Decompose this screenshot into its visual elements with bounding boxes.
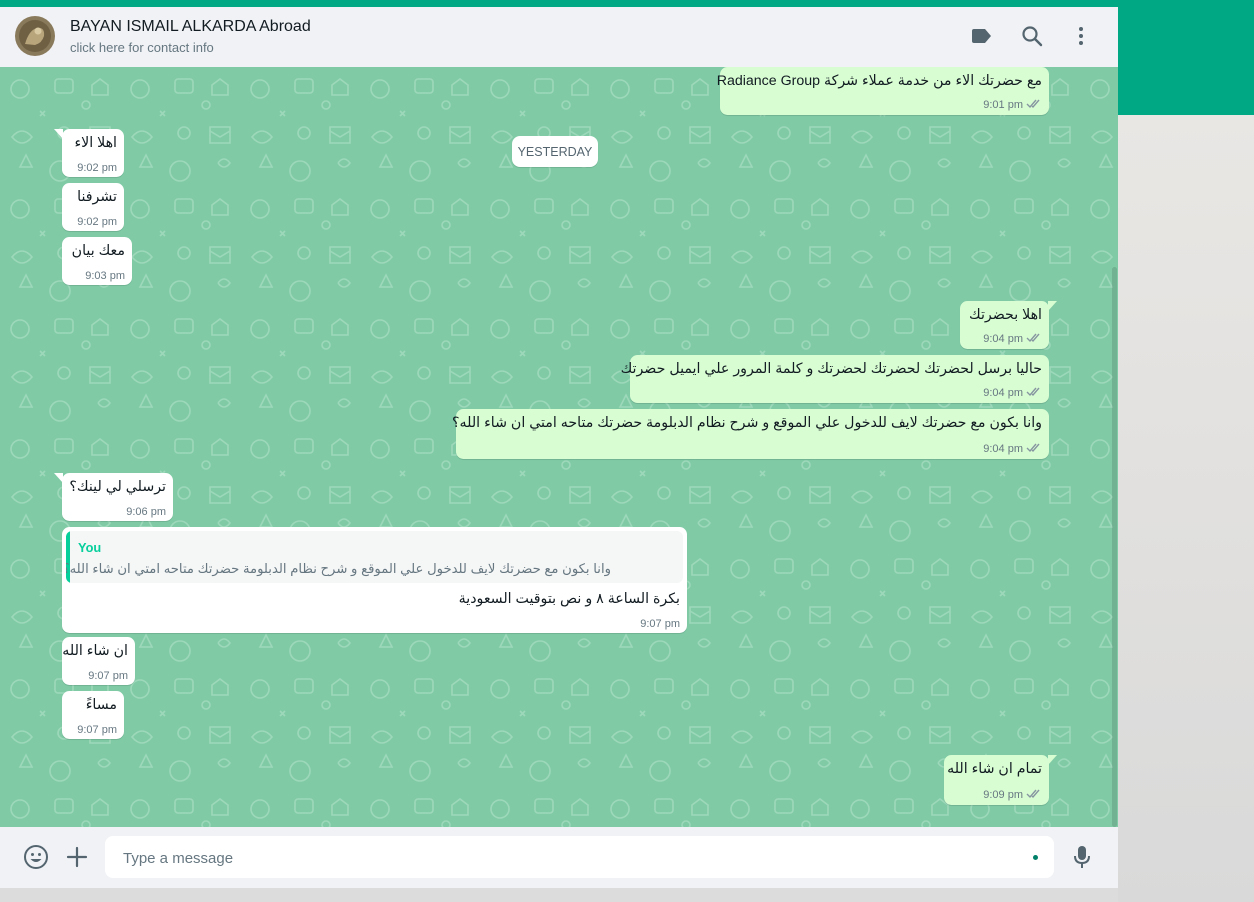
search-icon[interactable] [1019, 23, 1045, 49]
message-time: 9:01 pm [983, 99, 1023, 111]
right-accent-panel [1118, 7, 1254, 115]
message-input-container[interactable] [105, 836, 1054, 880]
message-text: تمام ان شاء الله [947, 761, 1042, 777]
outgoing-message[interactable]: مع حضرتك الاء من خدمة عملاء شركة Radianc… [716, 67, 1049, 115]
message-text: معك بيان [71, 243, 125, 259]
read-receipt-icon [1026, 386, 1042, 400]
message-meta: 9:02 pm [77, 162, 117, 174]
message-time: 9:06 pm [126, 506, 166, 518]
attach-plus-icon[interactable] [64, 844, 90, 870]
quoted-message[interactable]: You وانا بكون مع حضرتك لايف للدخول علي ا… [66, 531, 683, 583]
message-meta: 9:04 pm [983, 442, 1042, 456]
quote-text: وانا بكون مع حضرتك لايف للدخول علي الموق… [66, 561, 611, 576]
message-meta: 9:01 pm [983, 98, 1042, 112]
message-time: 9:04 pm [983, 443, 1023, 455]
message-time: 9:09 pm [983, 789, 1023, 801]
outgoing-message[interactable]: وانا بكون مع حضرتك لايف للدخول علي الموق… [452, 409, 1049, 459]
message-text: ان شاء الله [62, 643, 128, 659]
chat-header[interactable]: BAYAN ISMAIL ALKARDA Abroad click here f… [0, 7, 1118, 68]
message-time: 9:07 pm [640, 618, 680, 630]
read-receipt-icon [1026, 98, 1042, 112]
composer-bar [0, 827, 1118, 888]
bubble-tail [1048, 755, 1057, 765]
message-time: 9:03 pm [85, 270, 125, 282]
microphone-icon[interactable] [1069, 844, 1095, 870]
message-meta: 9:07 pm [77, 724, 117, 736]
contact-info-hint[interactable]: click here for contact info [70, 40, 214, 55]
message-meta: 9:04 pm [983, 386, 1042, 400]
message-text: وانا بكون مع حضرتك لايف للدخول علي الموق… [452, 415, 1042, 431]
contact-name[interactable]: BAYAN ISMAIL ALKARDA Abroad [70, 18, 311, 36]
message-time: 9:02 pm [77, 162, 117, 174]
message-meta: 9:02 pm [77, 216, 117, 228]
message-time: 9:07 pm [88, 670, 128, 682]
incoming-reply-message[interactable]: You وانا بكون مع حضرتك لايف للدخول علي ا… [62, 527, 687, 633]
incoming-message[interactable]: اهلا الاء 9:02 pm [54, 129, 124, 177]
message-text: مع حضرتك الاء من خدمة عملاء شركة Radianc… [716, 73, 1042, 89]
outgoing-message[interactable]: تمام ان شاء الله 9:09 pm [944, 755, 1057, 805]
message-meta: 9:09 pm [983, 788, 1042, 802]
message-meta: 9:06 pm [126, 506, 166, 518]
outgoing-message[interactable]: حاليا برسل لحضرتك لحضرتك لحضرتك و كلمة ا… [621, 355, 1049, 403]
bubble-tail [54, 129, 63, 139]
chat-scrollbar[interactable] [1112, 267, 1117, 827]
incoming-message[interactable]: مساءً 9:07 pm [62, 691, 124, 739]
bubble-tail [54, 473, 63, 483]
quote-author: You [78, 540, 102, 555]
message-text: مساءً [85, 697, 117, 713]
message-meta: 9:07 pm [88, 670, 128, 682]
message-text: تشرفنا [77, 189, 117, 205]
message-time: 9:07 pm [77, 724, 117, 736]
emoji-icon[interactable] [23, 844, 49, 870]
outgoing-message[interactable]: اهلا بحضرتك 9:04 pm [960, 301, 1057, 349]
read-receipt-icon [1026, 788, 1042, 802]
message-text: بكرة الساعة ٨ و نص بتوقيت السعودية [458, 591, 680, 607]
incoming-message[interactable]: معك بيان 9:03 pm [62, 237, 132, 285]
message-list[interactable]: YESTERDAY مع حضرتك الاء من خدمة عملاء شر… [0, 67, 1118, 827]
message-meta: 9:04 pm [983, 332, 1042, 346]
message-text: حاليا برسل لحضرتك لحضرتك لحضرتك و كلمة ا… [620, 361, 1042, 377]
incoming-message[interactable]: تشرفنا 9:02 pm [62, 183, 124, 231]
read-receipt-icon [1026, 332, 1042, 346]
message-time: 9:04 pm [983, 387, 1023, 399]
right-background [1118, 115, 1254, 902]
incoming-message[interactable]: ترسلي لي لينك؟ 9:06 pm [54, 473, 173, 521]
more-options-icon[interactable] [1068, 23, 1094, 49]
input-status-dot [1033, 855, 1038, 860]
read-receipt-icon [1026, 442, 1042, 456]
contact-avatar[interactable] [15, 16, 55, 56]
message-text: اهلا الاء [74, 135, 117, 151]
message-time: 9:04 pm [983, 333, 1023, 345]
message-meta: 9:03 pm [85, 270, 125, 282]
message-time: 9:02 pm [77, 216, 117, 228]
label-icon[interactable] [969, 23, 995, 49]
message-text: ترسلي لي لينك؟ [69, 479, 166, 495]
incoming-message[interactable]: ان شاء الله 9:07 pm [62, 637, 135, 685]
message-meta: 9:07 pm [640, 618, 680, 630]
bubble-tail [1048, 301, 1057, 311]
message-text: اهلا بحضرتك [969, 307, 1042, 323]
conversation-pane: BAYAN ISMAIL ALKARDA Abroad click here f… [0, 7, 1118, 888]
date-divider: YESTERDAY [512, 136, 598, 167]
message-input[interactable] [121, 836, 1015, 880]
top-accent-band [0, 0, 1254, 7]
